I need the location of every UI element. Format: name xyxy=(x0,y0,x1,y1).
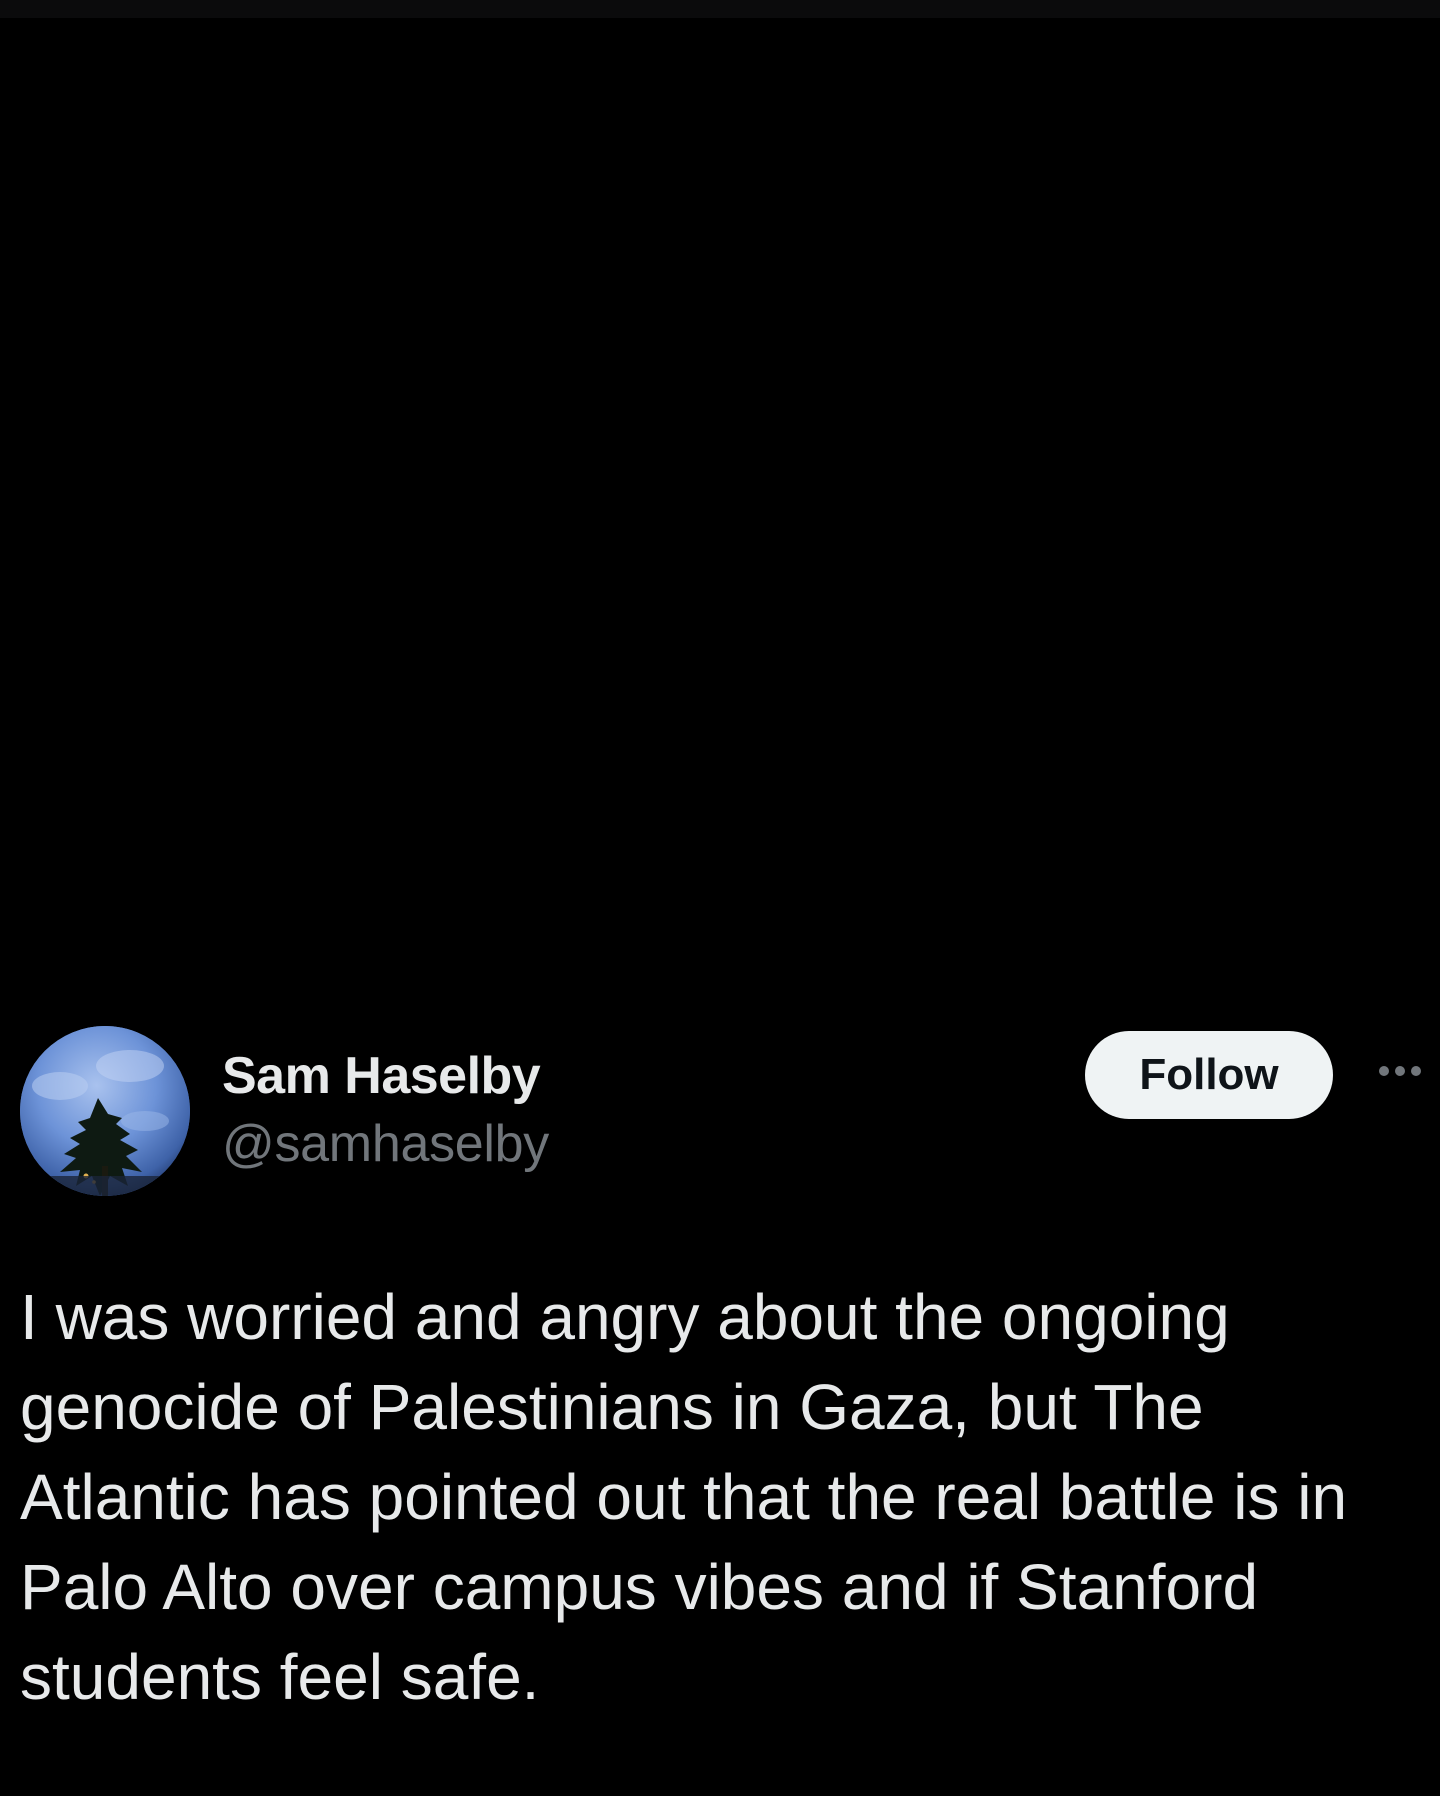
more-horizontal-icon-dot xyxy=(1395,1066,1405,1076)
avatar[interactable] xyxy=(20,1026,190,1196)
more-options-button[interactable] xyxy=(1370,1056,1430,1086)
user-handle[interactable]: @samhaselby xyxy=(222,1114,549,1174)
avatar-image xyxy=(20,1026,190,1196)
status-bar-strip xyxy=(0,0,1440,18)
follow-button[interactable]: Follow xyxy=(1085,1031,1333,1119)
display-name[interactable]: Sam Haselby xyxy=(222,1046,549,1106)
tweet-card: Sam Haselby @samhaselby Follow I was wor… xyxy=(0,1024,1440,1796)
more-horizontal-icon-dot xyxy=(1411,1066,1421,1076)
user-info: Sam Haselby @samhaselby xyxy=(222,1046,549,1174)
more-horizontal-icon xyxy=(1379,1066,1389,1076)
tweet-text: I was worried and angry about the ongoin… xyxy=(20,1281,1348,1713)
